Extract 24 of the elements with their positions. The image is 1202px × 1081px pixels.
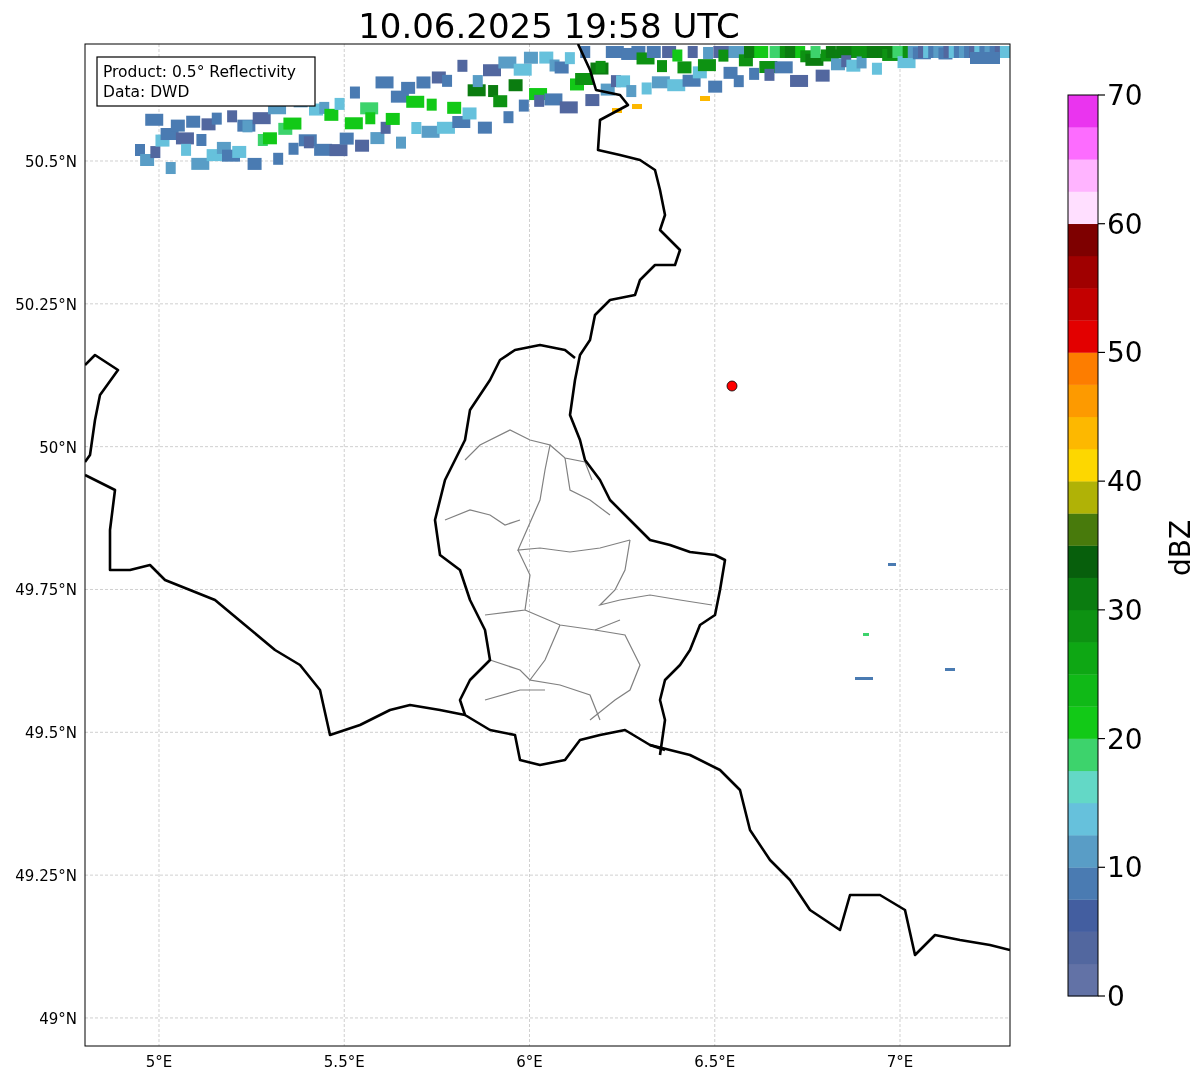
chart-title: 10.06.2025 19:58 UTC bbox=[358, 6, 740, 46]
axis-tick-label: 50.25°N bbox=[15, 295, 77, 314]
axis-tick-label: 6°E bbox=[516, 1053, 543, 1071]
legend-text: Product: 0.5° Reflectivity bbox=[103, 63, 296, 81]
colorbar-label: dBZ bbox=[1164, 519, 1197, 577]
axis-tick-label: 49.5°N bbox=[24, 724, 77, 743]
axis-tick-label: 49.75°N bbox=[15, 581, 77, 600]
colorbar-tick-label: 0 bbox=[1107, 980, 1125, 1013]
legend-text: Data: DWD bbox=[103, 83, 190, 101]
colorbar-tick-label: 40 bbox=[1107, 465, 1143, 499]
colorbar-tick-label: 10 bbox=[1107, 851, 1143, 885]
axis-tick-label: 7°E bbox=[886, 1053, 914, 1071]
axis-tick-label: 49°N bbox=[39, 1009, 77, 1028]
axis-tick-label: 5°E bbox=[145, 1053, 173, 1071]
axis-tick-label: 6.5°E bbox=[694, 1053, 736, 1071]
axis-tick-label: 50.5°N bbox=[24, 153, 77, 171]
colorbar-tick-label: 50 bbox=[1107, 336, 1143, 370]
axis-tick-label: 49.25°N bbox=[15, 867, 77, 886]
colorbar-tick-label: 70 bbox=[1107, 79, 1143, 112]
colorbar-tick-label: 60 bbox=[1107, 207, 1143, 241]
colorbar-tick-label: 30 bbox=[1107, 593, 1143, 627]
axis-tick-label: 5.5°E bbox=[323, 1053, 365, 1071]
colorbar-tick-label: 20 bbox=[1107, 722, 1143, 756]
axis-tick-label: 50°N bbox=[39, 438, 77, 457]
